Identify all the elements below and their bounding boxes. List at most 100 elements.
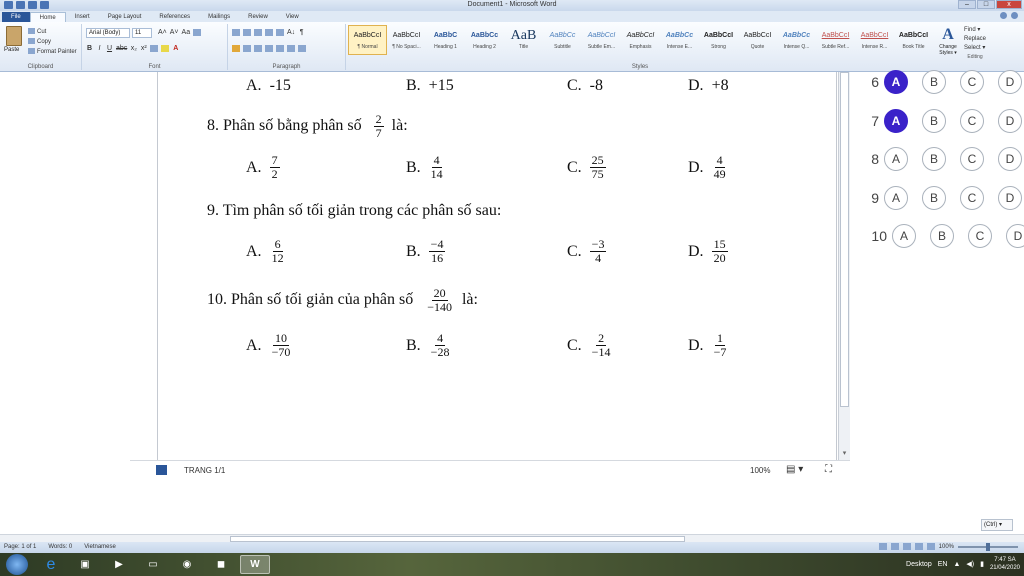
start-button-icon[interactable]	[6, 554, 28, 575]
shading-icon[interactable]	[287, 45, 295, 52]
line-spacing-icon[interactable]	[276, 45, 284, 52]
style-item[interactable]: AaBbCcI Book Title	[894, 25, 933, 55]
style-item[interactable]: AaBbCc Heading 2	[465, 25, 504, 55]
paste-icon[interactable]	[6, 26, 22, 46]
scrollbar-thumb[interactable]	[840, 72, 849, 407]
style-item[interactable]: AaBbCcI ¶ No Spaci...	[387, 25, 426, 55]
answer-bubble[interactable]: A	[884, 147, 908, 171]
word-count[interactable]: Words: 0	[48, 544, 72, 550]
print-layout-icon[interactable]	[878, 543, 887, 550]
scroll-down-arrow-icon[interactable]: ▾	[840, 449, 849, 459]
minimize-ribbon-icon[interactable]	[1000, 12, 1007, 19]
tab-review[interactable]: Review	[239, 12, 277, 22]
change-case-button[interactable]: Aa	[182, 28, 191, 37]
tab-mailings[interactable]: Mailings	[199, 12, 239, 22]
clock[interactable]: 7:47 SA 21/04/2020	[990, 556, 1020, 572]
style-item[interactable]: AaB Title	[504, 25, 543, 55]
answer-bubble[interactable]: D	[998, 186, 1022, 210]
answer-bubble[interactable]: A	[884, 70, 908, 94]
tab-file[interactable]: File	[2, 12, 30, 22]
superscript-button[interactable]: x²	[140, 44, 147, 53]
minimize-button[interactable]: –	[958, 0, 976, 9]
underline-button[interactable]: U	[106, 44, 113, 53]
tab-references[interactable]: References	[150, 12, 199, 22]
answer-bubble[interactable]: D	[998, 109, 1022, 133]
draft-icon[interactable]	[926, 543, 935, 550]
change-styles-button[interactable]: A Change Styles ▾	[936, 26, 960, 56]
zoom-slider-handle[interactable]	[986, 542, 990, 551]
answer-bubble[interactable]: A	[892, 224, 916, 248]
bullets-icon[interactable]	[232, 29, 240, 36]
numbering-icon[interactable]	[243, 29, 251, 36]
answer-bubble[interactable]: C	[960, 109, 984, 133]
horizontal-scrollbar[interactable]	[0, 534, 1024, 542]
answer-bubble[interactable]: D	[1006, 224, 1024, 248]
answer-bubble[interactable]: A	[884, 109, 908, 133]
style-item[interactable]: AaBbCcI Quote	[738, 25, 777, 55]
tray-arrow-icon[interactable]: ▲	[953, 561, 960, 568]
language-tray[interactable]: EN	[938, 561, 948, 568]
answer-bubble[interactable]: D	[998, 147, 1022, 171]
zoom-slider[interactable]	[958, 542, 1018, 551]
tab-page-layout[interactable]: Page Layout	[99, 12, 151, 22]
network-icon[interactable]: ▮	[980, 560, 984, 568]
answer-bubble[interactable]: C	[960, 70, 984, 94]
full-screen-icon[interactable]	[890, 543, 899, 550]
borders-icon[interactable]	[298, 45, 306, 52]
desktop-toolbar[interactable]: Desktop	[906, 561, 932, 568]
align-center-icon[interactable]	[243, 45, 251, 52]
media-player-icon[interactable]: ▶	[104, 555, 134, 574]
copy-button[interactable]: Copy	[28, 37, 77, 47]
justify-icon[interactable]	[265, 45, 273, 52]
style-item[interactable]: AaBbCcI Subtle Em...	[582, 25, 621, 55]
page-count[interactable]: Page: 1 of 1	[4, 544, 36, 550]
cut-button[interactable]: Cut	[28, 27, 77, 37]
web-layout-icon[interactable]	[902, 543, 911, 550]
italic-button[interactable]: I	[96, 44, 103, 53]
file-explorer-icon[interactable]: ▭	[138, 555, 168, 574]
answer-bubble[interactable]: A	[884, 186, 908, 210]
font-size-select[interactable]: 11	[132, 28, 152, 38]
highlight-icon[interactable]	[161, 45, 170, 52]
style-item[interactable]: AaBbC Heading 1	[426, 25, 465, 55]
internet-explorer-icon[interactable]: e	[36, 555, 66, 574]
word-taskbar-icon[interactable]: W	[240, 555, 270, 574]
answer-bubble[interactable]: B	[922, 186, 946, 210]
unikey-icon[interactable]: ▣	[70, 555, 100, 574]
style-item[interactable]: AaBbCcI Emphasis	[621, 25, 660, 55]
style-item[interactable]: AaBbCcI Strong	[699, 25, 738, 55]
font-color-button[interactable]: A	[172, 44, 179, 53]
grow-font-button[interactable]: A˄	[158, 28, 167, 37]
subscript-button[interactable]: x₂	[130, 44, 137, 53]
outline-icon[interactable]	[914, 543, 923, 550]
fit-page-icon[interactable]: ⛶	[825, 464, 832, 475]
increase-indent-icon[interactable]	[276, 29, 284, 36]
help-icon[interactable]	[1011, 12, 1018, 19]
style-item[interactable]: AaBbCcI ¶ Normal	[348, 25, 387, 55]
maximize-button[interactable]: □	[977, 0, 995, 9]
format-painter-button[interactable]: Format Painter	[28, 47, 77, 57]
select-button[interactable]: Select ▾	[964, 44, 986, 53]
font-name-select[interactable]: Arial (Body)	[86, 28, 130, 38]
style-item[interactable]: AaBbCcI Subtle Ref...	[816, 25, 855, 55]
multilevel-list-icon[interactable]	[254, 29, 262, 36]
strikethrough-button[interactable]: abc	[116, 44, 127, 53]
zoom-level[interactable]: 100%	[750, 466, 770, 475]
answer-bubble[interactable]: C	[960, 186, 984, 210]
style-item[interactable]: AaBbCc Intense E...	[660, 25, 699, 55]
paste-options-button[interactable]: (Ctrl) ▾	[981, 519, 1013, 531]
clear-formatting-icon[interactable]	[193, 29, 202, 36]
bold-button[interactable]: B	[86, 44, 93, 53]
find-button[interactable]: Find ▾	[964, 26, 986, 35]
tab-view[interactable]: View	[277, 12, 308, 22]
zoom-app-icon[interactable]: ◼	[206, 555, 236, 574]
align-left-icon[interactable]	[232, 45, 240, 52]
answer-bubble[interactable]: B	[922, 70, 946, 94]
answer-bubble[interactable]: D	[998, 70, 1022, 94]
volume-icon[interactable]: ◀)	[966, 560, 974, 568]
status-zoom-level[interactable]: 100%	[939, 544, 954, 550]
answer-bubble[interactable]: B	[922, 147, 946, 171]
show-formatting-button[interactable]: ¶	[298, 28, 305, 37]
decrease-indent-icon[interactable]	[265, 29, 273, 36]
chrome-icon[interactable]: ◉	[172, 555, 202, 574]
